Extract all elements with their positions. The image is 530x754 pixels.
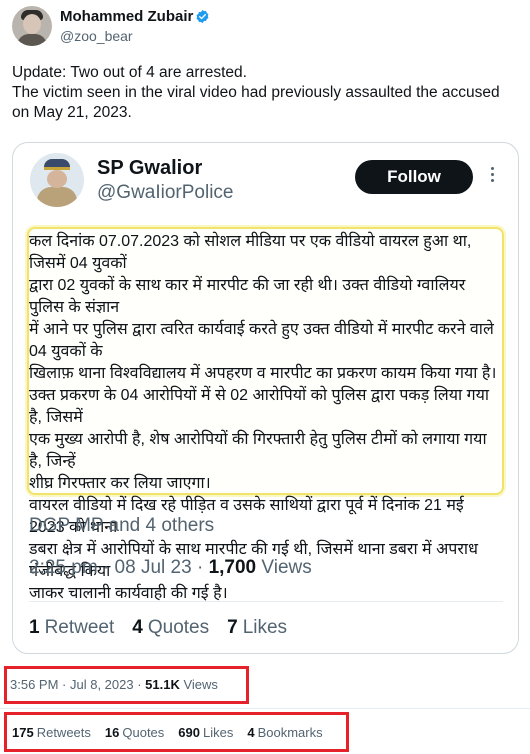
tweet-text-line: on May 21, 2023. bbox=[12, 104, 132, 121]
author-handle[interactable]: @zoo_bear bbox=[60, 28, 133, 44]
liked-by-text[interactable]: DGP MP and 4 others bbox=[29, 515, 214, 537]
tweet-views-label: Views bbox=[183, 677, 218, 692]
follow-button[interactable]: Follow bbox=[355, 160, 473, 194]
retweets-stat[interactable]: 175 Retweets bbox=[12, 725, 91, 740]
tweet-text: Update: Two out of 4 are arrested. The v… bbox=[12, 63, 512, 123]
press-note-image[interactable]: कल दिनांक 07.07.2023 को सोशल मीडिया पर ए… bbox=[27, 227, 504, 602]
tweet-text-line: The victim seen in the viral video had p… bbox=[12, 84, 500, 101]
quoted-time[interactable]: 2:25 pm bbox=[29, 557, 98, 578]
tweet-date[interactable]: Jul 8, 2023 bbox=[70, 677, 134, 692]
quoted-tweet-card[interactable]: SP Gwalior @GwaIiorPolice Follow कल दिना… bbox=[12, 142, 519, 654]
bookmarks-stat[interactable]: 4 Bookmarks bbox=[247, 725, 322, 740]
tweet-views-count: 51.1K bbox=[145, 677, 180, 692]
quoted-stats-row: 1 Retweet 4 Quotes 7 Likes bbox=[29, 617, 287, 639]
verified-badge-icon bbox=[196, 9, 209, 24]
tweet-stats-row: 175 Retweets 16 Quotes 690 Likes 4 Bookmarks bbox=[12, 725, 323, 740]
quoted-author-name[interactable]: SP Gwalior bbox=[97, 157, 202, 180]
sp-avatar[interactable] bbox=[30, 153, 84, 207]
quoted-timestamp-row: 2:25 pm · 08 Jul 23 · 1,700 Views bbox=[29, 557, 312, 578]
divider bbox=[29, 601, 503, 602]
quoted-quotes[interactable]: 4 Quotes bbox=[132, 617, 209, 638]
quoted-likes[interactable]: 7 Likes bbox=[227, 617, 287, 638]
tweet-text-line: Update: Two out of 4 are arrested. bbox=[12, 64, 247, 81]
tweet-timestamp-row: 3:56 PM · Jul 8, 2023 · 51.1K Views bbox=[10, 677, 218, 692]
author-name[interactable]: Mohammed Zubair bbox=[60, 8, 193, 25]
tweet-time[interactable]: 3:56 PM bbox=[10, 677, 58, 692]
likes-stat[interactable]: 690 Likes bbox=[178, 725, 233, 740]
more-options-icon[interactable] bbox=[491, 167, 495, 187]
quoted-views-count: 1,700 bbox=[208, 557, 257, 578]
quotes-stat[interactable]: 16 Quotes bbox=[105, 725, 164, 740]
tweet-header: Mohammed Zubair @zoo_bear bbox=[12, 4, 522, 48]
divider bbox=[0, 708, 530, 709]
quoted-date[interactable]: 08 Jul 23 bbox=[115, 557, 192, 578]
avatar[interactable] bbox=[12, 6, 52, 46]
quoted-views-label: Views bbox=[261, 557, 312, 578]
quoted-author-handle[interactable]: @GwaIiorPolice bbox=[97, 182, 234, 204]
quoted-retweets[interactable]: 1 Retweet bbox=[29, 617, 114, 638]
